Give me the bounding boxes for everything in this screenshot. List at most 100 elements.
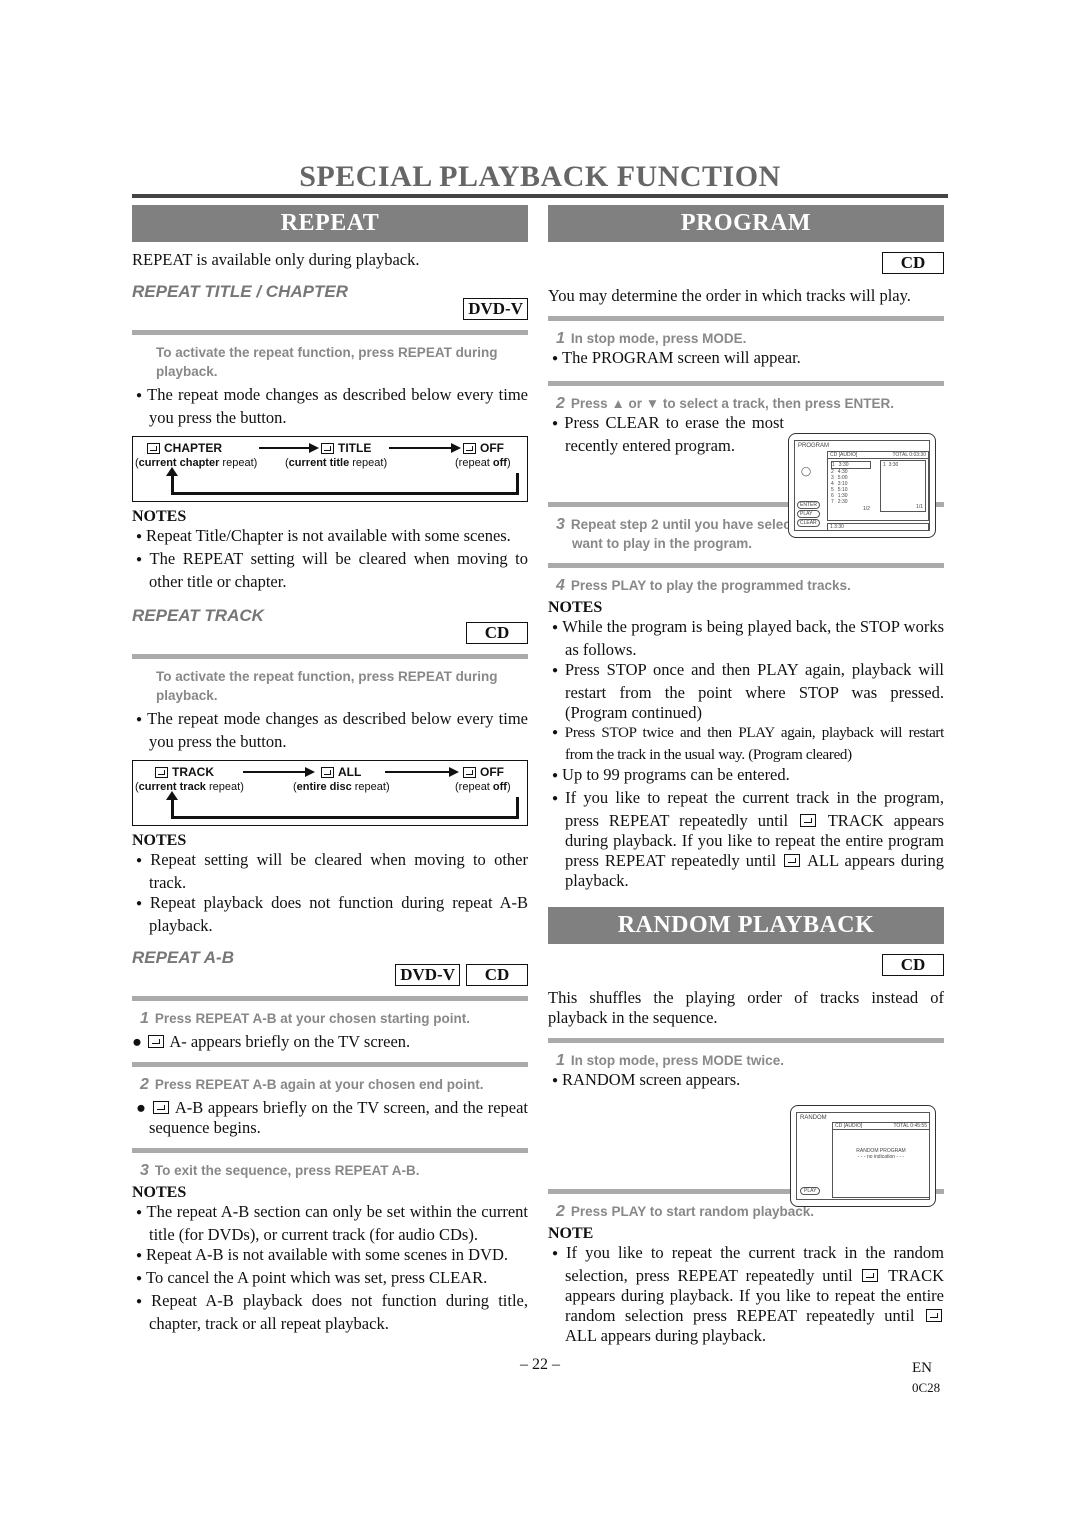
track-list: 1 3:30 2 4:30 3 5:00 4 3:10 5 5:10 6 1:30 7 2:30 (831, 461, 871, 505)
divider (132, 330, 528, 335)
note-item: If you like to repeat the current track … (548, 788, 944, 891)
note-item: The REPEAT setting will be cleared when … (132, 549, 528, 592)
diagram-label: ALL (338, 765, 362, 779)
diagram-caption: (entire disc repeat) (293, 781, 390, 793)
diagram-label: CHAPTER (164, 441, 223, 455)
clear-button-glyph: CLEAR (797, 519, 820, 527)
bullet-item: Press CLEAR to erase the most recently e… (548, 413, 784, 456)
loop-arrow-icon (171, 797, 519, 819)
program-screen-illustration: PROGRAM CD [AUDIO] TOTAL 0:03:30 1 3:30 2 4:… (788, 433, 936, 538)
screen-header: CD [AUDIO] TOTAL 0:45:55 (833, 1123, 929, 1130)
divider (132, 1062, 528, 1067)
arrow-head-icon (166, 791, 178, 800)
note-item: Repeat A-B playback does not function du… (132, 1291, 528, 1334)
play-button-glyph: PLAY (800, 1187, 821, 1195)
diagram-item-track: TRACK (155, 765, 214, 779)
play-button-glyph: PLAY (797, 510, 820, 518)
screen-label: RANDOM (800, 1115, 827, 1121)
divider (548, 563, 944, 568)
cd-badge: CD (466, 964, 528, 986)
repeat-icon (463, 442, 476, 454)
title-rule (132, 194, 948, 198)
note-item: Press STOP twice and then PLAY again, pl… (548, 723, 945, 765)
divider (548, 1038, 944, 1043)
step-instruction: 4 Press PLAY to play the programmed track… (556, 577, 851, 594)
diagram-item-off: OFF (463, 765, 504, 779)
diagram-caption: (current chapter repeat) (135, 457, 258, 469)
bullet-item: ● A- appears briefly on the TV screen. (132, 1032, 411, 1051)
random-screen-illustration: RANDOM CD [AUDIO] TOTAL 0:45:55 RANDOM PR… (790, 1105, 936, 1207)
note-item: Repeat A-B is not available with some sc… (132, 1245, 528, 1268)
divider (548, 381, 944, 386)
arrow-icon (243, 767, 315, 777)
repeat-intro: REPEAT is available only during playback… (132, 250, 420, 269)
program-banner: PROGRAM (548, 205, 944, 242)
divider (132, 654, 528, 659)
step-instruction: 3 To exit the sequence, press REPEAT A-B. (140, 1162, 420, 1179)
repeat-icon (321, 442, 334, 454)
note-item: The repeat A-B section can only be set w… (132, 1202, 528, 1245)
screen-buttons: ENTER PLAY CLEAR (797, 501, 820, 527)
repeat-icon (862, 1269, 879, 1282)
dvd-v-badge: DVD-V (395, 964, 460, 986)
diagram-caption: (repeat off) (455, 457, 511, 469)
step-instruction: To activate the repeat function, press R… (156, 669, 498, 703)
step-instruction: 2 Press REPEAT A-B again at your chosen e… (140, 1076, 484, 1093)
screen-frame: RANDOM CD [AUDIO] TOTAL 0:45:55 RANDOM PR… (796, 1112, 930, 1200)
repeat-icon (148, 1035, 165, 1048)
repeat-icon (153, 1101, 170, 1114)
note-item: To cancel the A point which was set, pre… (132, 1268, 528, 1291)
program-intro: You may determine the order in which tra… (548, 286, 911, 305)
bullet-item: ● A-B appears briefly on the TV screen, … (136, 1098, 528, 1137)
random-intro: This shuffles the playing order of track… (548, 988, 944, 1027)
diagram-item-off: OFF (463, 441, 504, 455)
arrow-icon (259, 443, 319, 453)
note-item: Up to 99 programs can be entered. (548, 765, 944, 788)
repeat-track-diagram: TRACK ALL OFF (current track repeat) (en… (132, 760, 528, 826)
enter-button-glyph: ENTER (797, 501, 820, 509)
loop-arrow-icon (171, 473, 519, 495)
diagram-caption: (repeat off) (455, 781, 511, 793)
step-instruction: 2 Press ▲ or ▼ to select a track, then pr… (556, 395, 894, 412)
divider (132, 996, 528, 1001)
bullet-item: RANDOM screen appears. (548, 1070, 944, 1093)
bullet-item: The repeat mode changes as described bel… (132, 709, 528, 752)
random-panel: CD [AUDIO] TOTAL 0:45:55 RANDOM PROGRAM -… (832, 1122, 930, 1198)
repeat-icon (926, 1309, 942, 1322)
diagram-label: OFF (480, 441, 504, 455)
current-selection: 1 3:30 (827, 523, 929, 531)
divider (132, 1148, 528, 1153)
notes-heading: NOTES (132, 1184, 187, 1201)
document-code: 0C28 (912, 1380, 941, 1395)
repeat-icon (321, 766, 334, 778)
diagram-caption: (current track repeat) (135, 781, 244, 793)
random-banner: RANDOM PLAYBACK (548, 907, 944, 944)
cd-badge: CD (882, 954, 944, 976)
step-instruction: 1 In stop mode, press MODE twice. (556, 1052, 784, 1069)
diagram-caption: (current title repeat) (285, 457, 388, 469)
note-item: Repeat setting will be cleared when movi… (132, 850, 528, 893)
arrow-head-icon (166, 467, 178, 476)
note-item: Repeat playback does not function during… (132, 893, 528, 936)
screen-frame: PROGRAM CD [AUDIO] TOTAL 0:03:30 1 3:30 2 4:… (794, 440, 930, 531)
arrow-icon (385, 767, 459, 777)
notes-heading: NOTES (132, 508, 187, 525)
bullet-item: The repeat mode changes as described bel… (132, 385, 528, 428)
screen-label: PROGRAM (798, 443, 830, 449)
language-code: EN (912, 1360, 932, 1376)
cd-badge: CD (882, 252, 944, 274)
note-item: If you like to repeat the current track … (548, 1243, 944, 1346)
diagram-item-all: ALL (321, 765, 361, 779)
diagram-item-chapter: CHAPTER (147, 441, 222, 455)
no-indication-label: - - - no indication - - - (857, 1154, 905, 1160)
repeat-icon (147, 442, 160, 454)
note-item: Press STOP once and then PLAY again, pla… (548, 660, 944, 723)
dvd-v-badge: DVD-V (463, 298, 528, 320)
program-badges: CD (548, 252, 944, 274)
repeat-banner: REPEAT (132, 205, 528, 242)
repeat-icon (463, 766, 476, 778)
step-instruction: 1 In stop mode, press MODE. (556, 330, 747, 347)
screen-header: CD [AUDIO] TOTAL 0:03:30 (828, 452, 928, 459)
arrow-icon (389, 443, 461, 453)
cd-badge: CD (466, 622, 528, 644)
